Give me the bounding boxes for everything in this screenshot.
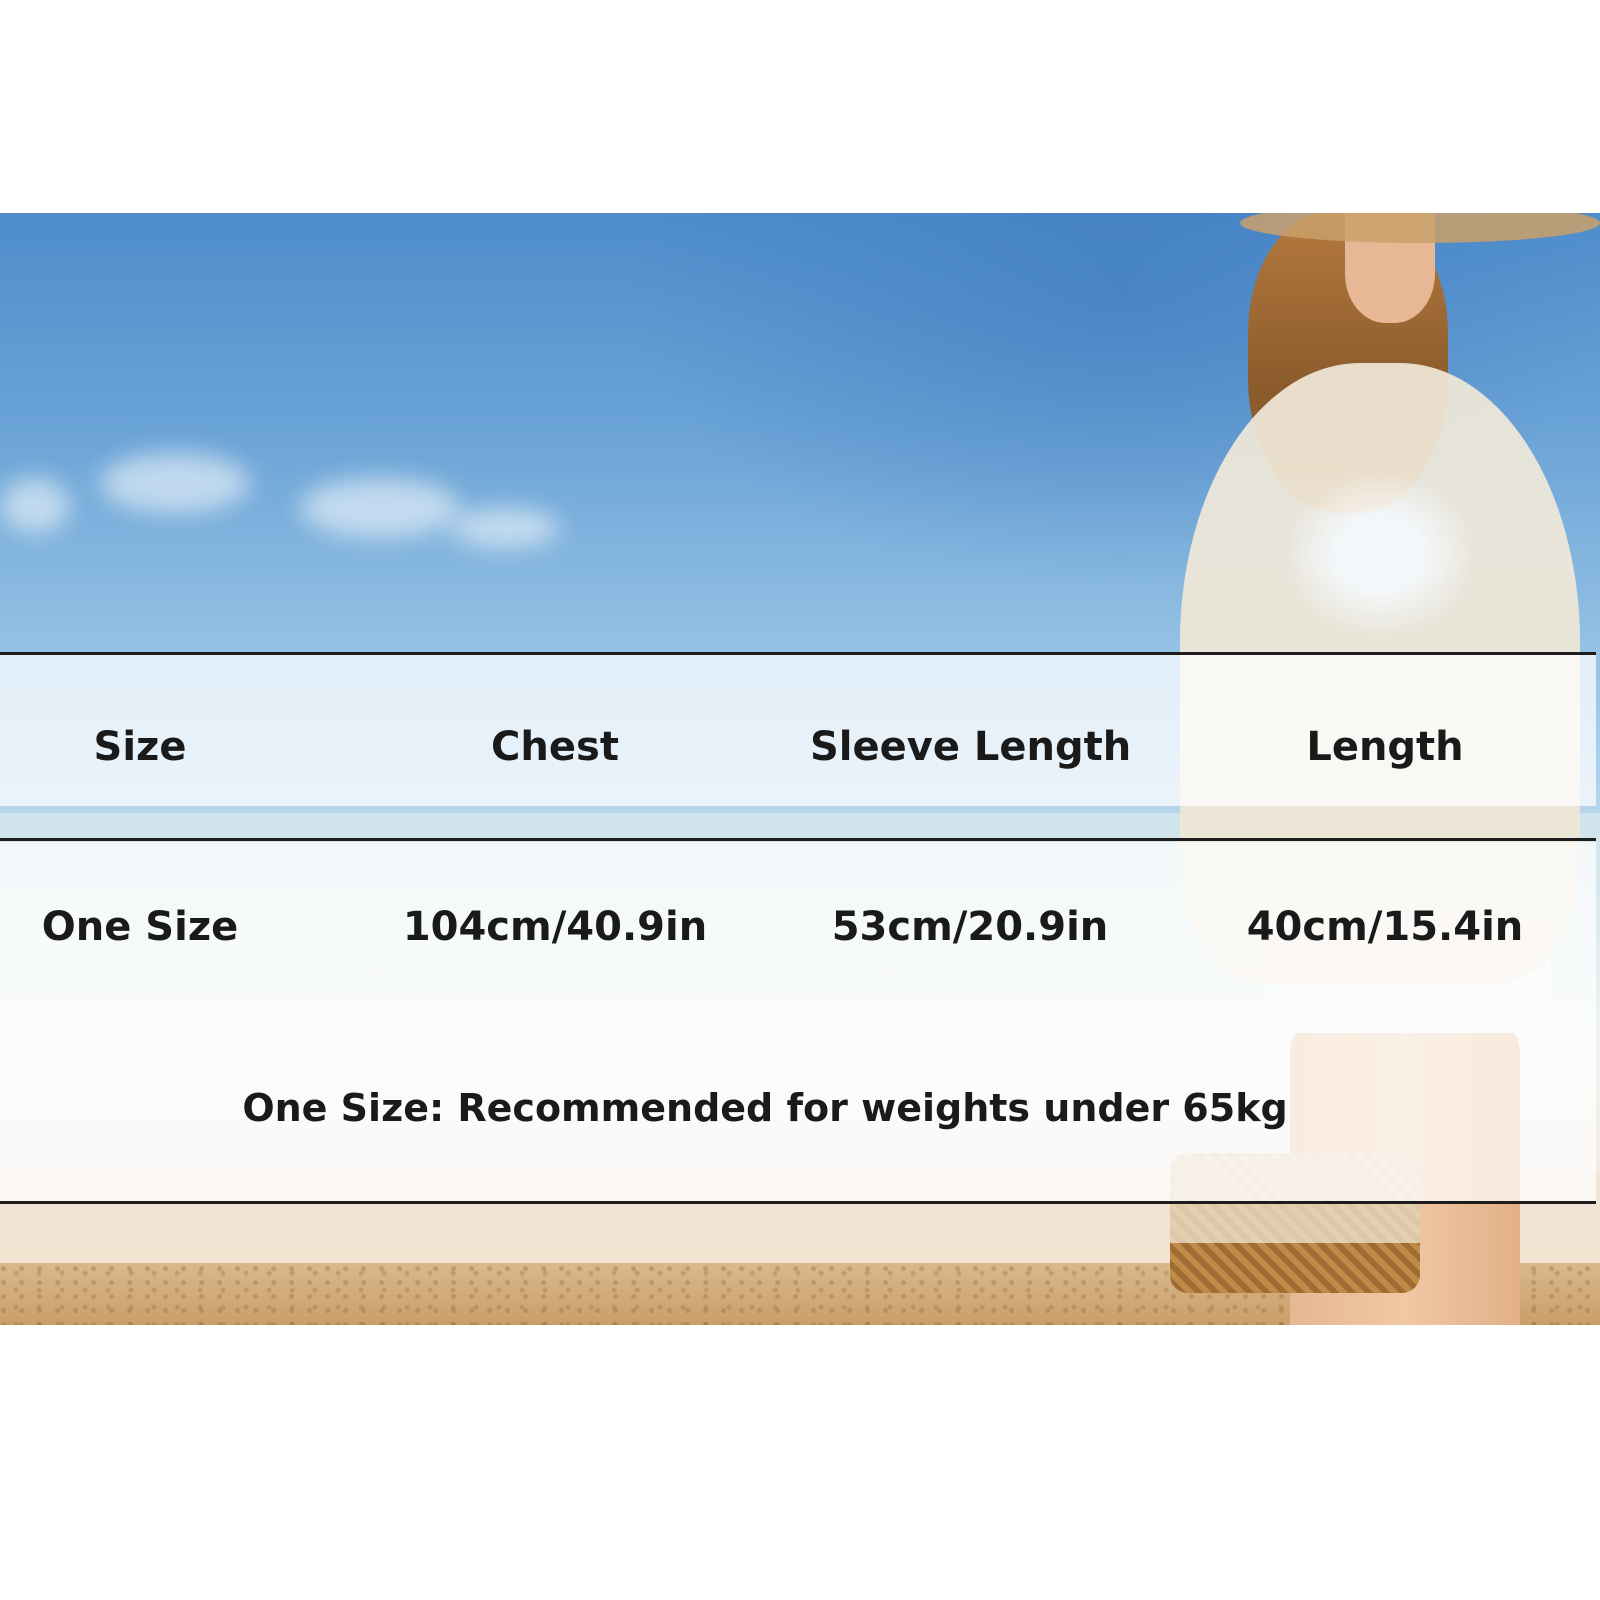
cloud [100,453,250,513]
header-length: Length [1306,724,1464,770]
table-rule-middle [0,838,1596,841]
header-sleeve-length: Sleeve Length [810,724,1132,770]
cloud [300,478,460,538]
header-chest: Chest [491,724,619,770]
cell-size: One Size [41,904,239,950]
cell-chest: 104cm/40.9in [402,904,708,950]
cell-length: 40cm/15.4in [1246,904,1524,950]
header-size: Size [93,724,187,770]
cloud [450,508,560,548]
table-rule-bottom [0,1201,1596,1204]
cell-sleeve-length: 53cm/20.9in [831,904,1109,950]
table-rule-top [0,652,1596,655]
size-recommendation-note: One Size: Recommended for weights under … [242,1086,1288,1130]
cloud [0,478,70,533]
size-table-data-row [0,842,1596,1202]
